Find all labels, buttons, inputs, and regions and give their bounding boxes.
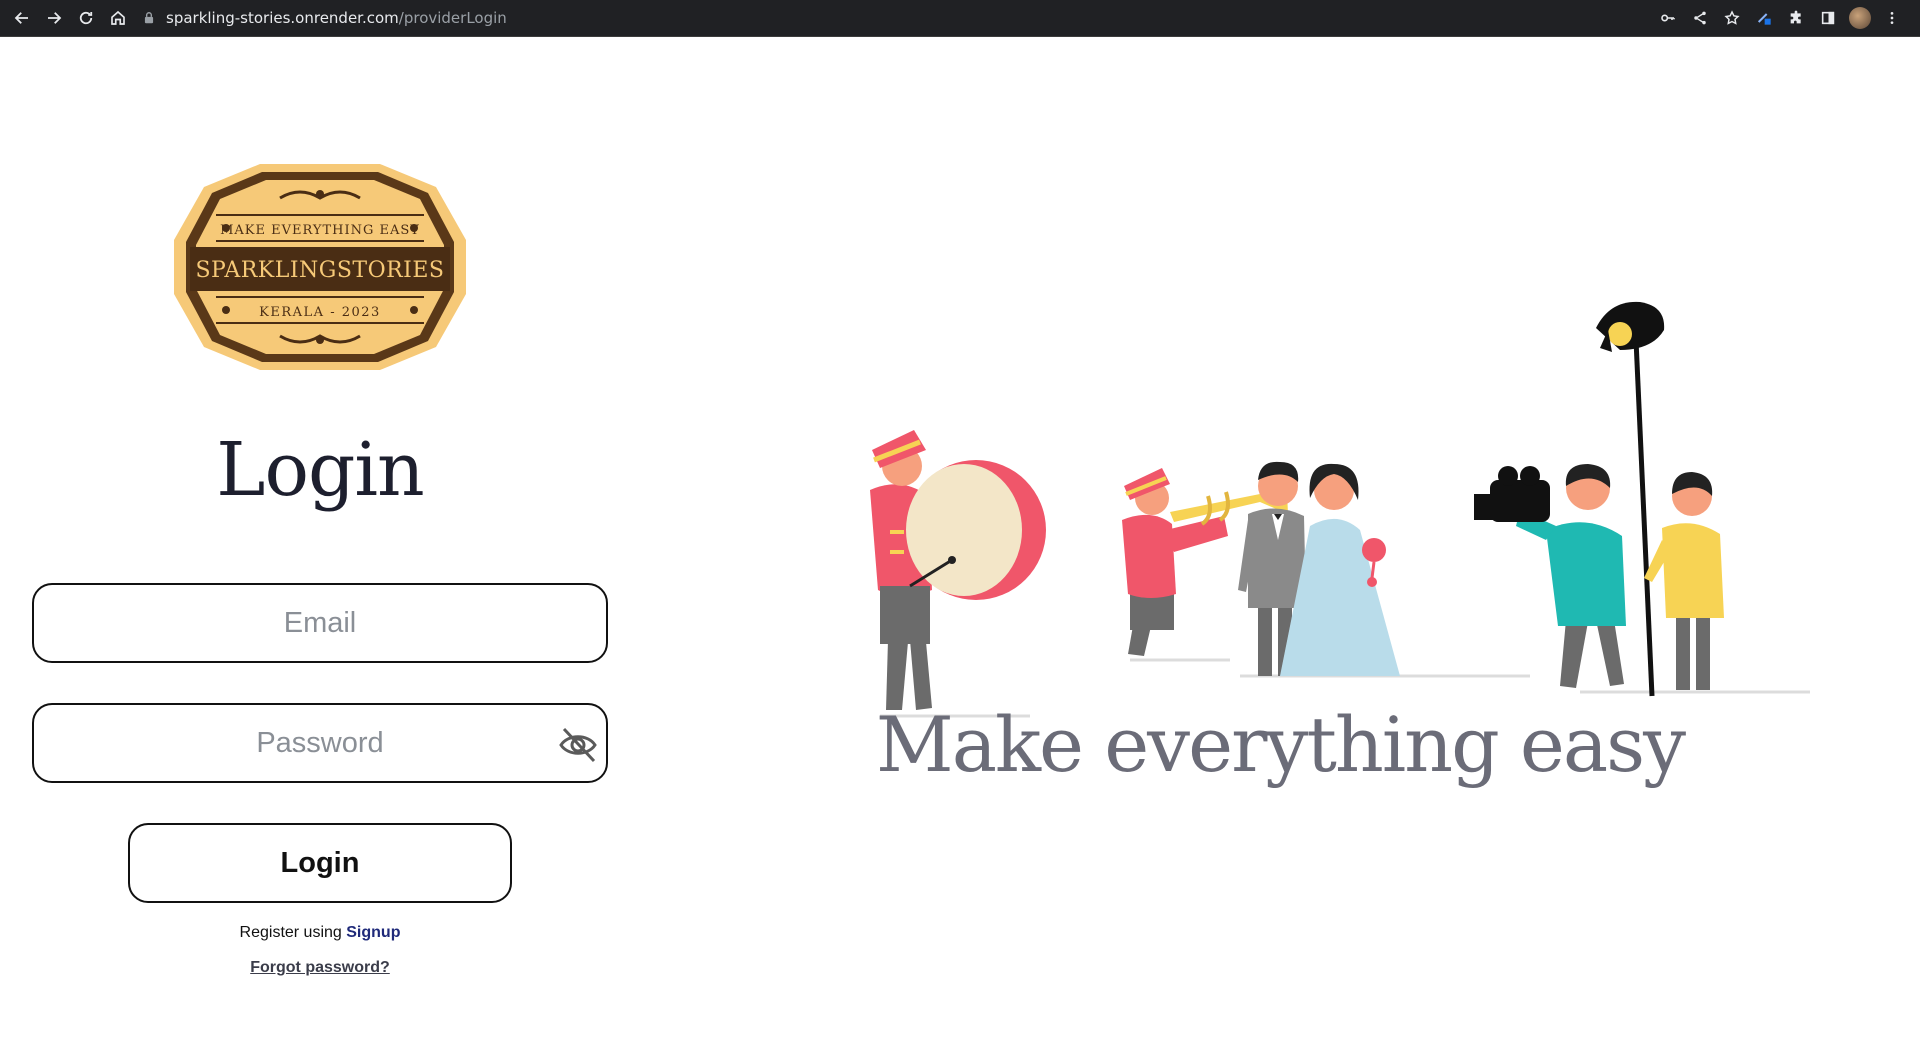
logo-bottom-text: KERALA - 2023 [259,305,381,320]
logo-top-text: MAKE EVERYTHING EASY [220,223,420,238]
browser-toolbar: sparkling-stories.onrender.com/providerL… [0,0,1920,37]
register-prefix: Register using [239,924,347,941]
forward-icon[interactable] [38,2,70,34]
lock-icon [144,12,154,24]
password-input[interactable] [34,705,606,781]
signup-link[interactable]: Signup [346,924,400,941]
drummer-figure [870,430,1046,710]
star-icon[interactable] [1716,2,1748,34]
eye-slash-icon[interactable] [556,723,600,767]
email-input[interactable] [34,585,606,661]
login-panel: MAKE EVERYTHING EASY SPARKLINGSTORIES KE… [0,37,640,1041]
cameraman-figure [1474,464,1626,688]
event-crew-illustration [870,301,1810,718]
email-field-wrapper [32,583,608,663]
key-icon[interactable] [1652,2,1684,34]
url-host: sparkling-stories.onrender.com [166,9,399,27]
puzzle-icon[interactable] [1780,2,1812,34]
reload-icon[interactable] [70,2,102,34]
sparkling-stories-logo: MAKE EVERYTHING EASY SPARKLINGSTORIES KE… [174,164,466,370]
hero-tagline: Make everything easy [875,700,1686,789]
assistant-figure [1644,472,1724,690]
forgot-password-link[interactable]: Forgot password? [0,959,640,977]
side-panel-icon[interactable] [1812,2,1844,34]
extension-badge-icon[interactable] [1748,2,1780,34]
share-icon[interactable] [1684,2,1716,34]
login-title: Login [216,427,424,513]
home-icon[interactable] [102,2,134,34]
login-button[interactable]: Login [128,823,512,903]
url-path: /providerLogin [398,9,507,27]
avatar [1849,7,1871,29]
more-menu-icon[interactable] [1876,2,1908,34]
address-bar[interactable]: sparkling-stories.onrender.com/providerL… [142,4,1652,32]
password-field-wrapper [32,703,608,783]
register-line: Register using Signup [0,924,640,942]
profile-avatar-button[interactable] [1844,2,1876,34]
logo-brand-text: SPARKLINGSTORIES [195,258,444,283]
back-icon[interactable] [6,2,38,34]
